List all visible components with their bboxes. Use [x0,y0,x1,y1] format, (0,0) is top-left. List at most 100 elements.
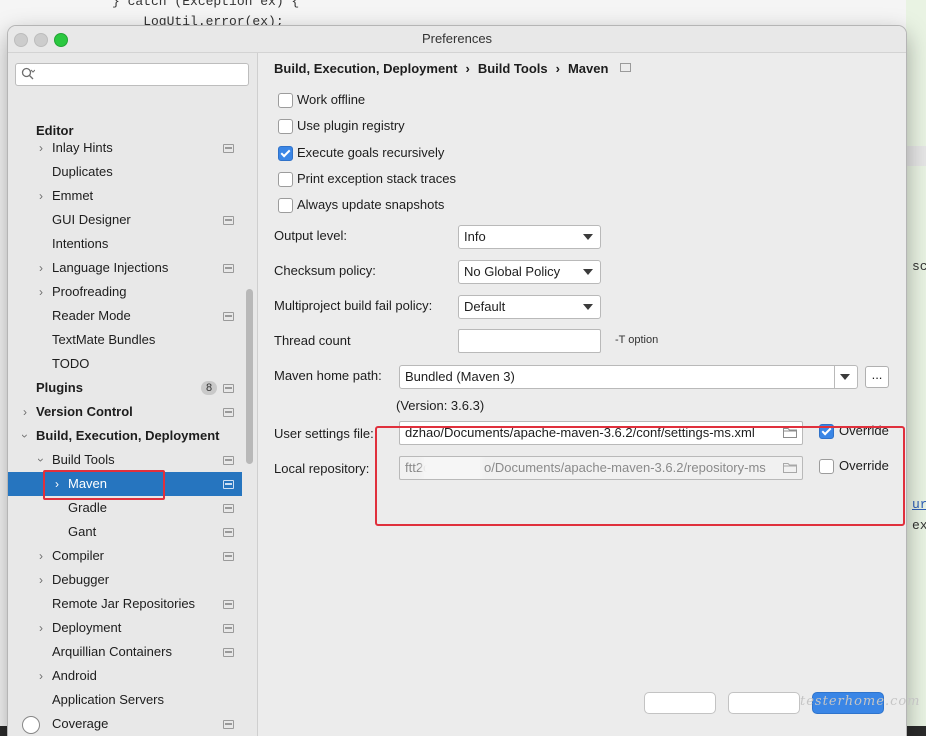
chevron-down-icon[interactable]: › [13,431,37,441]
sidebar-item-build-execution-deployment[interactable]: › Build, Execution, Deployment [8,424,242,448]
breadcrumb-item: Build, Execution, Deployment [274,61,458,76]
sidebar-item-proofreading[interactable]: › Proofreading [8,280,242,304]
chevron-right-icon[interactable]: › [36,664,46,688]
select-value: Info [464,229,486,244]
search-input[interactable] [38,66,242,83]
sidebar-item-gant[interactable]: Gant [8,520,242,544]
sidebar-item-language-injections[interactable]: › Language Injections [8,256,242,280]
window-title: Preferences [421,31,493,46]
editor-line-highlight [906,146,926,166]
chevron-right-icon[interactable]: › [36,544,46,568]
checkbox-box[interactable] [278,172,293,187]
sidebar-item-intentions[interactable]: Intentions [8,232,242,256]
checkbox-label: Always update snapshots [297,197,445,212]
select-value: No Global Policy [464,264,561,279]
thread-count-hint: -T option [615,334,659,346]
sidebar-item-label: Plugins [36,380,83,395]
sidebar-item-reader-mode[interactable]: Reader Mode [8,304,242,328]
output-level-label: Output level: [274,228,347,243]
sidebar-item-label: Application Servers [52,692,164,707]
sidebar-item-android[interactable]: › Android [8,664,242,688]
checkbox-box[interactable] [278,119,293,134]
preferences-dialog: Preferences Editor › Inlay Hints Duplica… [8,26,906,736]
watermark: testerhome.com [800,694,921,709]
fail-policy-select[interactable]: Default [458,295,601,319]
sidebar-item-todo[interactable]: TODO [8,352,242,376]
breadcrumb-item: Build Tools [477,61,548,76]
chevron-down-icon[interactable]: › [29,455,53,465]
settings-search[interactable] [15,63,249,86]
chevron-right-icon[interactable]: › [36,184,46,208]
sidebar-item-duplicates[interactable]: Duplicates [8,160,242,184]
sidebar-item-label: Compiler [52,548,105,563]
browse-maven-home-button[interactable]: ... [865,366,889,388]
select-value: Bundled (Maven 3) [405,369,515,384]
project-scope-icon [223,480,234,489]
maven-home-label: Maven home path: [274,368,382,383]
sidebar-item-emmet[interactable]: › Emmet [8,184,242,208]
checkbox-box[interactable] [278,146,293,161]
sidebar-item-application-servers[interactable]: Application Servers [8,688,242,712]
project-scope-icon [223,408,234,417]
dropdown-arrow-icon [583,234,593,240]
sidebar-item-label: Coverage [52,716,109,731]
apply-button[interactable] [728,692,800,714]
sidebar-item-label: Android [52,668,97,683]
project-scope-icon [223,144,234,153]
help-icon[interactable] [22,716,40,734]
sidebar-scrollbar[interactable] [246,289,253,464]
maven-home-combobox[interactable]: Bundled (Maven 3) [399,365,858,389]
sidebar-item-label: Remote Jar Repositories [52,596,196,611]
project-scope-icon [223,504,234,513]
sidebar-item-arquillian-containers[interactable]: Arquillian Containers [8,640,242,664]
sidebar-item-build-tools[interactable]: › Build Tools [8,448,242,472]
checkbox-box[interactable] [278,198,293,213]
sidebar-item-label: Build, Execution, Deployment [36,428,220,443]
sidebar-item-label: Debugger [52,572,110,587]
sidebar-item-textmate-bundles[interactable]: TextMate Bundles [8,328,242,352]
checksum-policy-select[interactable]: No Global Policy [458,260,601,284]
sidebar-item-label: Intentions [52,236,109,251]
sidebar-item-label: Reader Mode [52,308,131,323]
thread-count-input[interactable] [458,329,601,353]
checkbox-label: Execute goals recursively [297,145,445,160]
sidebar-item-label: GUI Designer [52,212,131,227]
chevron-right-icon[interactable]: › [36,256,46,280]
checksum-policy-label: Checksum policy: [274,263,376,278]
chevron-right-icon[interactable]: › [20,400,30,424]
project-scope-icon [223,216,234,225]
project-scope-icon [223,384,234,393]
sidebar-item-compiler[interactable]: › Compiler [8,544,242,568]
sidebar-item-gui-designer[interactable]: GUI Designer [8,208,242,232]
sidebar-item-coverage[interactable]: Coverage [8,712,242,736]
title-bar: Preferences [8,26,906,53]
chevron-right-icon[interactable]: › [36,568,46,592]
sidebar-item-label: Version Control [36,404,133,419]
code-link-fragment[interactable]: ur [912,497,926,512]
sidebar-item-version-control[interactable]: › Version Control [8,400,242,424]
sidebar-item-plugins[interactable]: Plugins 8 [8,376,242,400]
highlight-annotation-box [375,426,905,526]
editor-gutter-strip [906,0,926,726]
combo-divider [834,366,835,388]
chevron-right-icon[interactable]: › [36,136,46,160]
chevron-right-icon[interactable]: › [36,616,46,640]
sidebar-item-deployment[interactable]: › Deployment [8,616,242,640]
project-scope-icon [223,312,234,321]
search-icon [21,67,35,80]
sidebar-item-debugger[interactable]: › Debugger [8,568,242,592]
cancel-button[interactable] [644,692,716,714]
project-scope-icon [223,264,234,273]
breadcrumb-separator: › [555,61,560,76]
output-level-select[interactable]: Info [458,225,601,249]
sidebar-item-label: Arquillian Containers [52,644,172,659]
chevron-right-icon[interactable]: › [36,280,46,304]
breadcrumb-separator: › [465,61,470,76]
sidebar-item-remote-jar-repositories[interactable]: Remote Jar Repositories [8,592,242,616]
checkbox-box[interactable] [278,93,293,108]
project-scope-icon [223,552,234,561]
sidebar-item-inlay-hints[interactable]: › Inlay Hints [8,136,242,160]
breadcrumb: Build, Execution, Deployment › Build Tools… [274,61,632,76]
thread-count-label: Thread count [274,333,351,348]
code-line: } catch (Exception ex) { [112,0,300,9]
